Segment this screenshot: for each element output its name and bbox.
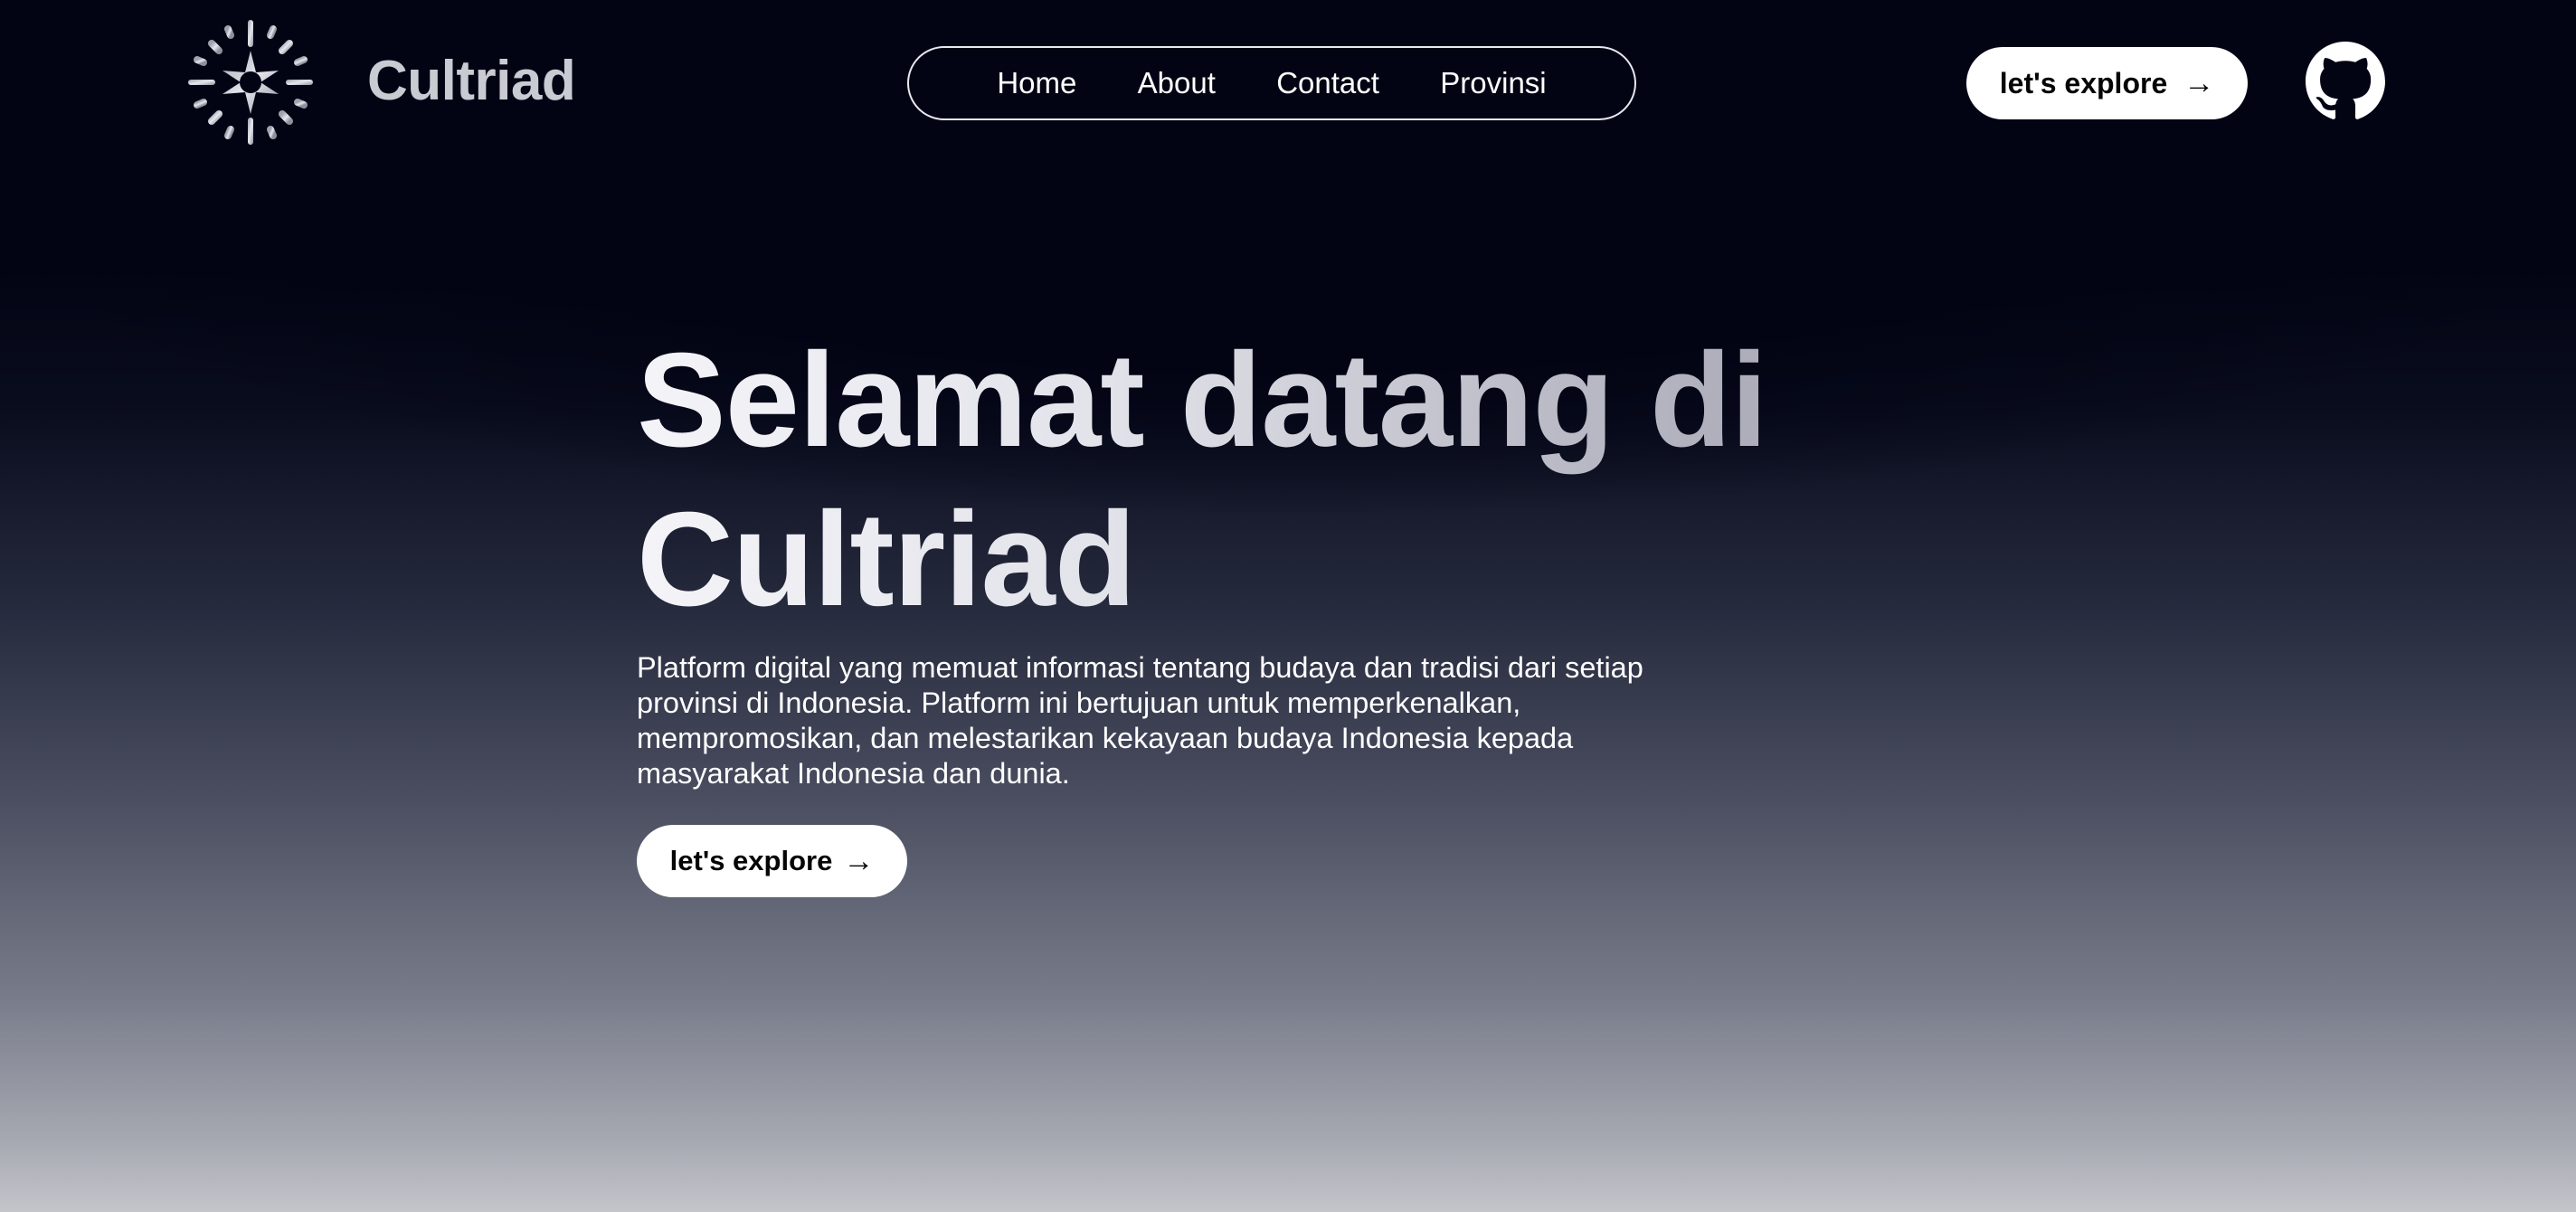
hero-title-line-2: Cultriad <box>637 485 1136 634</box>
explore-button-label: let's explore <box>1999 66 2168 99</box>
nav-home[interactable]: Home <box>997 66 1076 100</box>
hero-title: Selamat datang di Cultriad <box>637 321 1813 639</box>
site-header: Cultriad Home About Contact Provinsi let… <box>0 0 2576 172</box>
sun-burst-icon <box>188 20 313 145</box>
nav-about[interactable]: About <box>1138 66 1216 100</box>
hero-description: Platform digital yang memuat informasi t… <box>637 651 1643 790</box>
hero-title-line-1: Selamat datang di <box>637 326 1767 475</box>
explore-button-hero[interactable]: let's explore → <box>637 825 907 897</box>
nav-contact[interactable]: Contact <box>1276 66 1379 100</box>
main-nav: Home About Contact Provinsi <box>907 46 1636 120</box>
explore-button-label: let's explore <box>669 845 833 876</box>
logo[interactable] <box>185 16 317 148</box>
explore-button-header[interactable]: let's explore → <box>1966 47 2248 119</box>
nav-provinsi[interactable]: Provinsi <box>1440 66 1546 100</box>
arrow-right-icon: → <box>843 844 875 878</box>
arrow-right-icon: → <box>2183 66 2215 100</box>
brand-name[interactable]: Cultriad <box>367 49 576 113</box>
hero-section: Selamat datang di Cultriad Platform digi… <box>637 321 1813 897</box>
github-icon <box>2306 42 2385 119</box>
